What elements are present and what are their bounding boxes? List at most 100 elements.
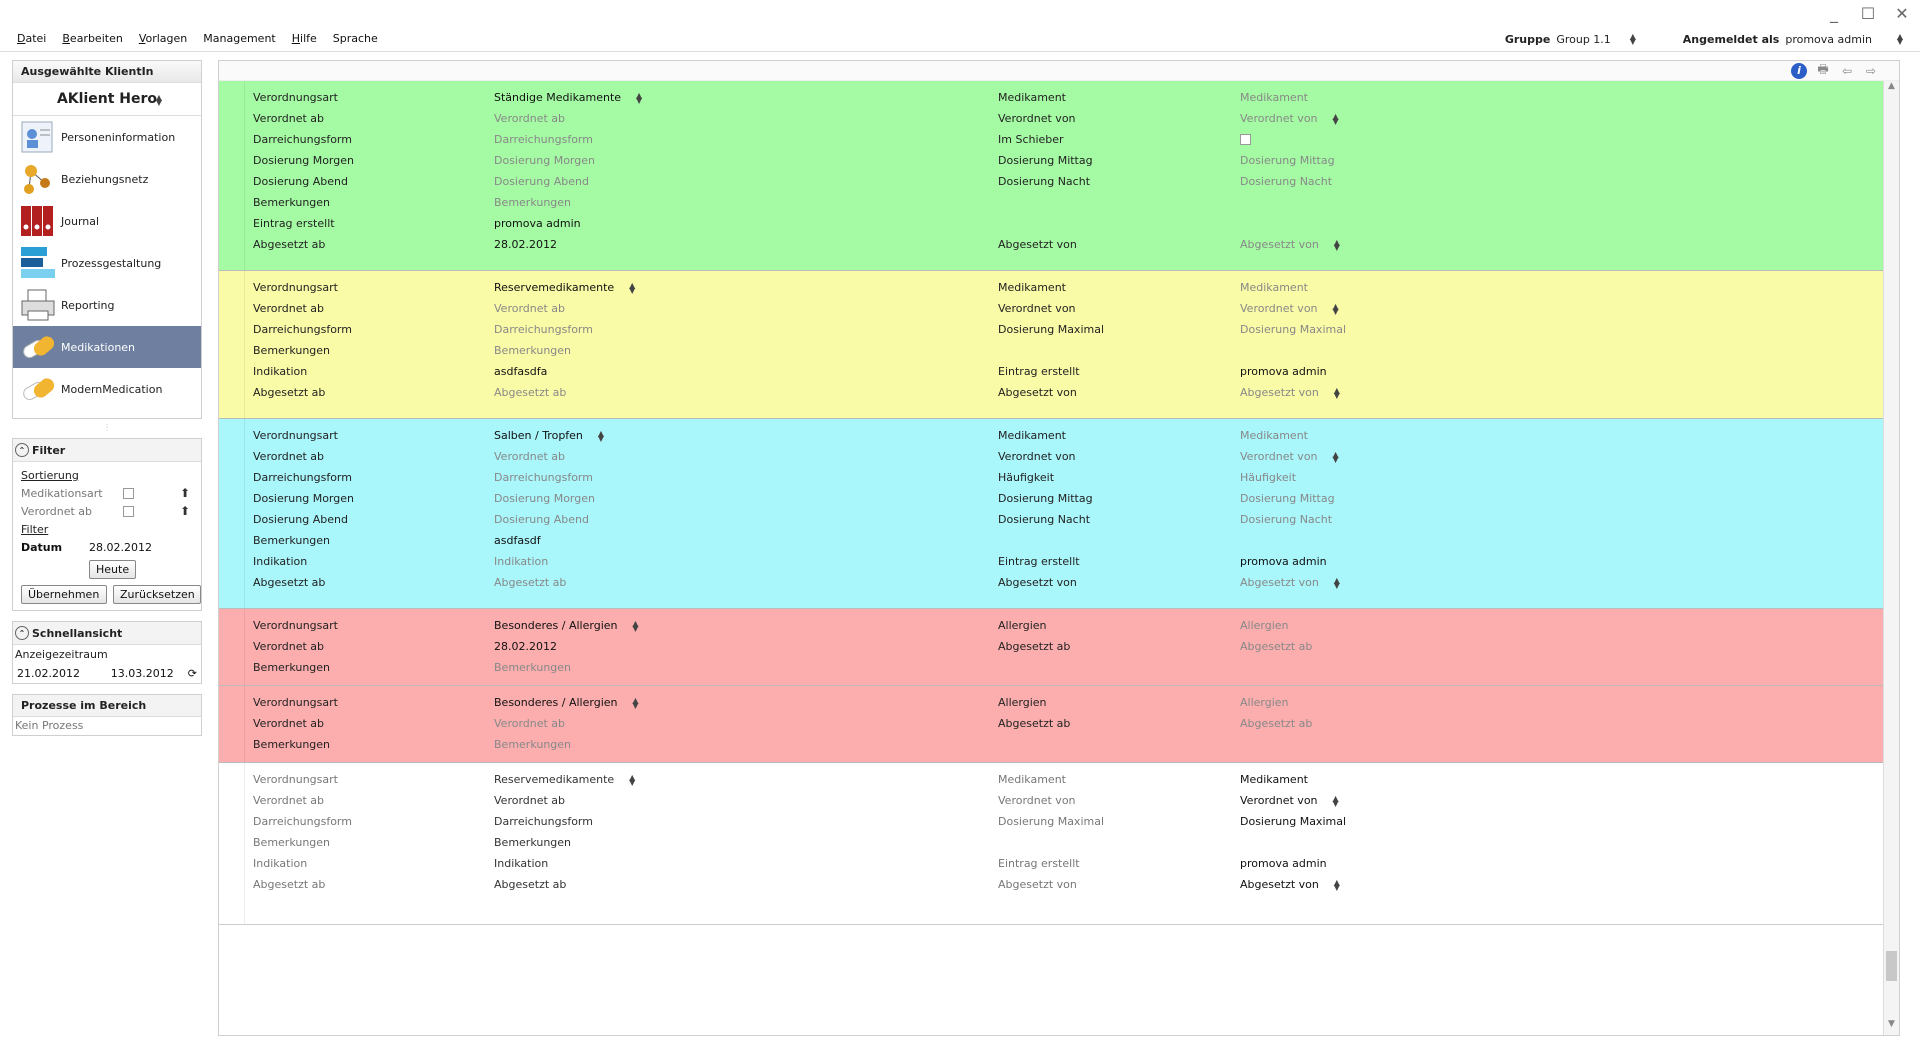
nav-item-modernmedication[interactable]: ModernMedication bbox=[13, 368, 201, 410]
select-spinner-icon[interactable] bbox=[1332, 304, 1340, 314]
back-arrow-icon[interactable]: ⇦ bbox=[1839, 63, 1855, 79]
print-icon[interactable]: 🖶 bbox=[1815, 62, 1831, 79]
zuruecksetzen-button[interactable]: Zurücksetzen bbox=[113, 585, 201, 604]
field-input[interactable]: Häufigkeit bbox=[1240, 467, 1296, 488]
nav-item-prozessgestaltung[interactable]: Prozessgestaltung bbox=[13, 242, 201, 284]
field-input[interactable]: Bemerkungen bbox=[494, 340, 571, 361]
nav-item-medikationen[interactable]: Medikationen bbox=[13, 326, 201, 368]
menu-vorlagen[interactable]: Vorlagen bbox=[139, 32, 187, 45]
field-input[interactable]: asdfasdf bbox=[494, 530, 541, 551]
menu-bearbeiten[interactable]: Bearbeiten bbox=[62, 32, 122, 45]
scroll-up-icon[interactable]: ▲ bbox=[1884, 81, 1899, 97]
field-input[interactable]: Medikament bbox=[1240, 87, 1308, 108]
datum-value[interactable]: 28.02.2012 bbox=[89, 541, 152, 554]
select-spinner-icon[interactable] bbox=[1332, 796, 1340, 806]
field-input[interactable]: Medikament bbox=[1240, 769, 1308, 790]
vertical-scrollbar[interactable]: ▲ ▼ bbox=[1883, 81, 1899, 1035]
schnellansicht-header[interactable]: ⌃ Schnellansicht bbox=[13, 622, 201, 645]
field-input[interactable]: Bemerkungen bbox=[494, 657, 571, 678]
field-input[interactable]: Darreichungsform bbox=[494, 319, 593, 340]
verordnungsart-select[interactable]: Besonderes / Allergien bbox=[494, 615, 640, 636]
select-spinner-icon[interactable] bbox=[1333, 578, 1341, 588]
field-input[interactable]: Verordnet ab bbox=[494, 713, 565, 734]
field-input[interactable]: promova admin bbox=[1240, 361, 1327, 382]
select-spinner-icon[interactable] bbox=[1332, 452, 1340, 462]
menu-hilfe[interactable]: Hilfe bbox=[292, 32, 317, 45]
field-input[interactable]: Verordnet ab bbox=[494, 298, 565, 319]
field-input[interactable]: asdfasdfa bbox=[494, 361, 547, 382]
nav-item-reporting[interactable]: Reporting bbox=[13, 284, 201, 326]
select-spinner-icon[interactable] bbox=[635, 93, 643, 103]
client-selector[interactable]: AKlient Hero bbox=[13, 83, 201, 116]
field-input[interactable]: Medikament bbox=[1240, 425, 1308, 446]
zeitraum-from[interactable]: 21.02.2012 bbox=[17, 667, 111, 680]
field-input[interactable]: Dosierung Maximal bbox=[1240, 319, 1346, 340]
verordnungsart-select[interactable]: Reservemedikamente bbox=[494, 769, 636, 790]
field-input[interactable]: Dosierung Nacht bbox=[1240, 171, 1332, 192]
nav-item-journal[interactable]: Journal bbox=[13, 200, 201, 242]
scroll-thumb[interactable] bbox=[1886, 951, 1897, 981]
sort-up-arrow-icon[interactable]: ⬆ bbox=[180, 504, 190, 518]
select-spinner-icon[interactable] bbox=[632, 621, 640, 631]
maximize-icon[interactable]: ☐ bbox=[1858, 4, 1878, 23]
field-input[interactable]: Indikation bbox=[494, 853, 548, 874]
close-icon[interactable]: ✕ bbox=[1892, 4, 1912, 23]
field-input[interactable]: Abgesetzt ab bbox=[494, 572, 566, 593]
select-spinner-icon[interactable] bbox=[628, 775, 636, 785]
client-spinner-icon[interactable] bbox=[155, 95, 163, 105]
field-input[interactable]: Dosierung Abend bbox=[494, 171, 589, 192]
nav-item-personeninformation[interactable]: Personeninformation bbox=[13, 116, 201, 158]
field-select[interactable]: Abgesetzt von bbox=[1240, 572, 1341, 593]
collapse-up-icon[interactable]: ⌃ bbox=[15, 443, 29, 457]
field-input[interactable]: promova admin bbox=[1240, 551, 1327, 572]
heute-button[interactable]: Heute bbox=[89, 560, 137, 579]
user-spinner-icon[interactable] bbox=[1896, 34, 1904, 44]
field-input[interactable]: Dosierung Morgen bbox=[494, 150, 595, 171]
field-select[interactable]: Abgesetzt von bbox=[1240, 234, 1341, 255]
splitter-grip[interactable]: ⋮ bbox=[12, 423, 202, 432]
info-icon[interactable]: i bbox=[1791, 62, 1807, 79]
field-input[interactable]: Dosierung Mittag bbox=[1240, 488, 1335, 509]
field-input[interactable]: Abgesetzt ab bbox=[494, 874, 566, 895]
select-spinner-icon[interactable] bbox=[1333, 388, 1341, 398]
angemeldet-value[interactable]: promova admin bbox=[1785, 33, 1872, 46]
select-spinner-icon[interactable] bbox=[632, 698, 640, 708]
nav-item-beziehungsnetz[interactable]: Beziehungsnetz bbox=[13, 158, 201, 200]
field-input[interactable]: Darreichungsform bbox=[494, 129, 593, 150]
field-input[interactable]: Bemerkungen bbox=[494, 734, 571, 755]
gruppe-value[interactable]: Group 1.1 bbox=[1556, 33, 1610, 46]
field-input[interactable]: Allergien bbox=[1240, 692, 1289, 713]
field-input[interactable]: Verordnet ab bbox=[494, 108, 565, 129]
field-input[interactable]: Abgesetzt ab bbox=[494, 382, 566, 403]
field-select[interactable]: Abgesetzt von bbox=[1240, 382, 1341, 403]
field-input[interactable]: Darreichungsform bbox=[494, 811, 593, 832]
verordnungsart-select[interactable]: Reservemedikamente bbox=[494, 277, 636, 298]
menu-datei[interactable]: Datei bbox=[17, 32, 46, 45]
select-spinner-icon[interactable] bbox=[1332, 114, 1340, 124]
field-select[interactable]: Verordnet von bbox=[1240, 298, 1340, 319]
field-input[interactable]: Darreichungsform bbox=[494, 467, 593, 488]
menu-management[interactable]: Management bbox=[203, 32, 275, 45]
select-spinner-icon[interactable] bbox=[1333, 240, 1341, 250]
field-input[interactable]: Allergien bbox=[1240, 615, 1289, 636]
field-input[interactable]: Bemerkungen bbox=[494, 192, 571, 213]
select-spinner-icon[interactable] bbox=[1333, 880, 1341, 890]
field-input[interactable]: Indikation bbox=[494, 551, 548, 572]
collapse-up-icon[interactable]: ⌃ bbox=[15, 626, 29, 640]
field-input[interactable]: promova admin bbox=[1240, 853, 1327, 874]
scroll-down-icon[interactable]: ▼ bbox=[1884, 1019, 1899, 1035]
field-input[interactable]: Abgesetzt ab bbox=[1240, 713, 1312, 734]
verordnungsart-select[interactable]: Salben / Tropfen bbox=[494, 425, 605, 446]
select-spinner-icon[interactable] bbox=[628, 283, 636, 293]
field-input[interactable]: Dosierung Abend bbox=[494, 509, 589, 530]
filter-link[interactable]: Filter bbox=[13, 520, 201, 538]
gruppe-spinner-icon[interactable] bbox=[1629, 34, 1637, 44]
uebernehmen-button[interactable]: Übernehmen bbox=[21, 585, 107, 604]
field-input[interactable]: Verordnet ab bbox=[494, 446, 565, 467]
refresh-icon[interactable]: ⟳ bbox=[188, 667, 197, 680]
field-input[interactable]: 28.02.2012 bbox=[494, 636, 557, 657]
field-select[interactable]: Abgesetzt von bbox=[1240, 874, 1341, 895]
field-select[interactable]: Verordnet von bbox=[1240, 790, 1340, 811]
sort-up-arrow-icon[interactable]: ⬆ bbox=[180, 486, 190, 500]
field-input[interactable]: Dosierung Morgen bbox=[494, 488, 595, 509]
